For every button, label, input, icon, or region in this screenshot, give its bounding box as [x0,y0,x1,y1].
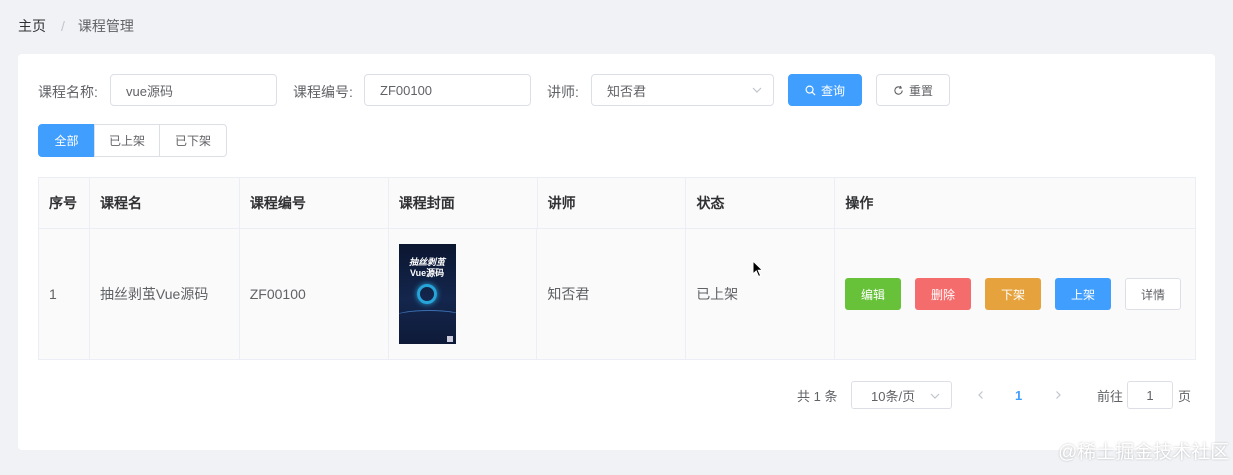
header-teacher: 讲师 [537,178,687,229]
table-header-row: 序号 课程名 课程编号 课程封面 讲师 状态 操作 [39,178,1197,229]
teacher-select-value: 知否君 [607,83,647,99]
cell-course-code: ZF00100 [239,229,389,360]
header-actions: 操作 [835,178,1197,229]
course-code-value: ZF00100 [380,82,433,98]
put-up-button[interactable]: 上架 [1055,278,1111,310]
header-course-name: 课程名 [89,178,240,229]
cell-index: 1 [39,229,90,360]
reset-button[interactable]: 重置 [876,74,950,106]
reset-button-label: 重置 [908,83,933,98]
course-management-card: 课程名称: vue源码 课程编号: ZF00100 讲师: 知否君 查询 重置 … [18,54,1215,450]
course-code-input[interactable]: ZF00100 [364,74,531,106]
current-page-number[interactable]: 1 [1015,381,1022,409]
table-row: 1 抽丝剥茧Vue源码 ZF00100 抽丝剥茧 Vue源码 知否君 已上架 编… [39,229,1196,360]
cell-course-cover: 抽丝剥茧 Vue源码 [388,229,538,360]
header-index: 序号 [39,178,90,229]
page-suffix: 页 [1178,388,1192,404]
qr-code-icon [446,336,453,342]
query-button-label: 查询 [820,83,845,98]
cell-course-name: 抽丝剥茧Vue源码 [89,229,240,360]
refresh-icon [894,85,903,95]
cover-ring-graphic [416,284,437,304]
status-filter-group: 全部 已上架 已下架 [38,124,227,157]
course-name-value: vue源码 [126,83,173,99]
header-course-cover: 课程封面 [388,178,538,229]
page-size-select[interactable]: 10条/页 [851,381,952,409]
goto-label: 前往 [1097,388,1124,404]
pagination-total: 共 1 条 [797,388,838,404]
course-table: 序号 课程名 课程编号 课程封面 讲师 状态 操作 1 抽丝剥茧Vue源码 ZF… [38,177,1197,360]
cover-title-line2: Vue源码 [409,268,445,278]
teacher-select[interactable]: 知否君 [591,74,774,106]
course-name-input[interactable]: vue源码 [110,74,277,106]
breadcrumb: 主页 / 课程管理 [18,16,134,36]
goto-page-value: 1 [1146,387,1154,403]
header-course-code: 课程编号 [239,178,389,229]
breadcrumb-home[interactable]: 主页 [18,16,46,36]
mouse-cursor-icon [752,260,764,278]
chevron-down-icon [752,87,762,93]
course-name-label: 课程名称: [38,84,98,100]
goto-page-input[interactable]: 1 [1127,381,1173,409]
breadcrumb-separator: / [61,18,65,34]
teacher-label: 讲师: [547,84,579,100]
delete-button[interactable]: 删除 [915,278,971,310]
course-cover-image: 抽丝剥茧 Vue源码 [398,244,456,344]
cell-status: 已上架 [686,229,835,360]
filter-all[interactable]: 全部 [38,124,95,157]
chevron-down-icon [930,393,940,399]
prev-page-icon[interactable] [976,390,986,400]
query-button[interactable]: 查询 [788,74,862,106]
breadcrumb-current: 课程管理 [77,18,134,34]
filter-off-shelf[interactable]: 已下架 [159,124,227,157]
edit-button[interactable]: 编辑 [845,278,901,310]
page-size-value: 10条/页 [871,388,916,404]
detail-button[interactable]: 详情 [1125,278,1181,310]
course-code-label: 课程编号: [293,84,353,100]
filter-on-shelf[interactable]: 已上架 [94,124,160,157]
next-page-icon[interactable] [1053,390,1063,400]
header-status: 状态 [686,178,836,229]
search-icon [805,85,816,96]
cell-teacher: 知否君 [537,229,687,360]
take-down-button[interactable]: 下架 [985,278,1041,310]
cover-wave-graphic [398,310,456,324]
cell-actions: 编辑 删除 下架 上架 详情 [835,229,1196,360]
watermark: @稀土掘金技术社区 [1058,442,1230,463]
